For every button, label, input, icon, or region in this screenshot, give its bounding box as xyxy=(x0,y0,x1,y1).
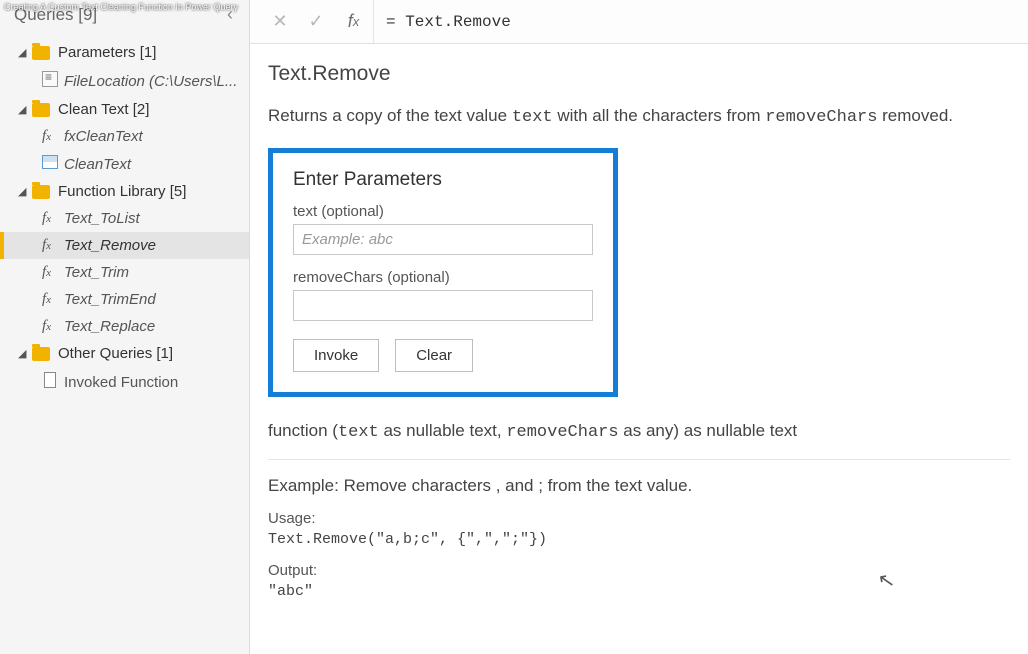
sig-text: as nullable text, xyxy=(379,421,507,440)
group-parameters[interactable]: ◢ Parameters [1] xyxy=(0,39,249,66)
usage-code: Text.Remove("a,b;c", {",",";"}) xyxy=(268,531,1010,548)
queries-tree: ◢ Parameters [1] FileLocation (C:\Users\… xyxy=(0,33,249,397)
query-item-text-tolist[interactable]: fx Text_ToList xyxy=(0,205,249,232)
group-label: Clean Text [2] xyxy=(58,101,149,118)
queries-sidebar: Queries [9] ‹ ◢ Parameters [1] FileLocat… xyxy=(0,0,250,654)
fx-icon[interactable]: fx xyxy=(334,0,374,43)
param-removechars-input[interactable] xyxy=(293,290,593,321)
function-description: Returns a copy of the text value text wi… xyxy=(268,104,1010,130)
folder-icon xyxy=(32,347,50,361)
param-text-label: text (optional) xyxy=(293,203,593,220)
usage-label: Usage: xyxy=(268,510,1010,527)
fx-icon: fx xyxy=(42,291,64,308)
folder-icon xyxy=(32,185,50,199)
query-item-label: Text_Replace xyxy=(64,318,155,335)
sig-text: as any) as nullable text xyxy=(619,421,798,440)
fx-icon: fx xyxy=(42,210,64,227)
fx-icon: fx xyxy=(42,237,64,254)
invoke-button[interactable]: Invoke xyxy=(293,339,379,372)
caret-icon: ◢ xyxy=(18,103,30,116)
output-code: "abc" xyxy=(268,583,1010,600)
query-item-text-replace[interactable]: fx Text_Replace xyxy=(0,313,249,340)
query-item-label: Text_Remove xyxy=(64,237,156,254)
query-item-invoked-function[interactable]: Invoked Function xyxy=(0,367,249,397)
output-label: Output: xyxy=(268,562,1010,579)
query-item-cleantext[interactable]: CleanText xyxy=(0,150,249,178)
example-title: Example: Remove characters , and ; from … xyxy=(268,476,1010,496)
folder-icon xyxy=(32,46,50,60)
cancel-formula-button[interactable]: ✕ xyxy=(262,11,298,32)
group-other-queries[interactable]: ◢ Other Queries [1] xyxy=(0,340,249,367)
enter-parameters-title: Enter Parameters xyxy=(293,169,593,191)
divider xyxy=(268,459,1010,460)
fx-icon: fx xyxy=(42,264,64,281)
query-item-label: CleanText xyxy=(64,156,131,173)
group-label: Other Queries [1] xyxy=(58,345,173,362)
desc-text: Returns a copy of the text value xyxy=(268,106,512,125)
sig-text: function ( xyxy=(268,421,338,440)
query-item-label: Text_ToList xyxy=(64,210,140,227)
function-name: Text.Remove xyxy=(268,62,1010,86)
formula-bar: ✕ ✓ fx xyxy=(250,0,1028,44)
function-signature: function (text as nullable text, removeC… xyxy=(268,419,1010,445)
query-item-label: fxCleanText xyxy=(64,128,143,145)
caret-icon: ◢ xyxy=(18,185,30,198)
accept-formula-button[interactable]: ✓ xyxy=(298,11,334,32)
folder-icon xyxy=(32,103,50,117)
query-item-text-trim[interactable]: fx Text_Trim xyxy=(0,259,249,286)
desc-text: with all the characters from xyxy=(553,106,766,125)
main-panel: ✕ ✓ fx Text.Remove Returns a copy of the… xyxy=(250,0,1028,654)
caret-icon: ◢ xyxy=(18,347,30,360)
group-function-library[interactable]: ◢ Function Library [5] xyxy=(0,178,249,205)
query-item-label: Invoked Function xyxy=(64,374,178,391)
query-item-filelocation[interactable]: FileLocation (C:\Users\L... xyxy=(0,66,249,96)
query-item-fxcleantext[interactable]: fx fxCleanText xyxy=(0,123,249,150)
query-item-text-trimend[interactable]: fx Text_TrimEnd xyxy=(0,286,249,313)
sig-code: removeChars xyxy=(506,423,618,442)
video-watermark: Creating A Custom Text Cleaning Function… xyxy=(4,2,238,12)
clear-button[interactable]: Clear xyxy=(395,339,473,372)
enter-parameters-panel: Enter Parameters text (optional) removeC… xyxy=(268,148,618,397)
desc-text: removed. xyxy=(877,106,953,125)
query-item-label: FileLocation (C:\Users\L... xyxy=(64,73,237,90)
formula-input[interactable] xyxy=(374,5,1028,39)
param-removechars-label: removeChars (optional) xyxy=(293,269,593,286)
function-doc: Text.Remove Returns a copy of the text v… xyxy=(250,44,1028,654)
caret-icon: ◢ xyxy=(18,46,30,59)
desc-code: removeChars xyxy=(765,108,877,127)
group-clean-text[interactable]: ◢ Clean Text [2] xyxy=(0,96,249,123)
query-item-label: Text_TrimEnd xyxy=(64,291,156,308)
sig-code: text xyxy=(338,423,379,442)
document-icon xyxy=(42,372,64,392)
query-item-label: Text_Trim xyxy=(64,264,129,281)
query-item-text-remove[interactable]: fx Text_Remove xyxy=(0,232,249,259)
group-label: Parameters [1] xyxy=(58,44,156,61)
fx-icon: fx xyxy=(42,128,64,145)
param-text-input[interactable] xyxy=(293,224,593,255)
parameter-icon xyxy=(42,71,64,91)
fx-icon: fx xyxy=(42,318,64,335)
group-label: Function Library [5] xyxy=(58,183,186,200)
table-icon xyxy=(42,155,64,173)
desc-code: text xyxy=(512,108,553,127)
